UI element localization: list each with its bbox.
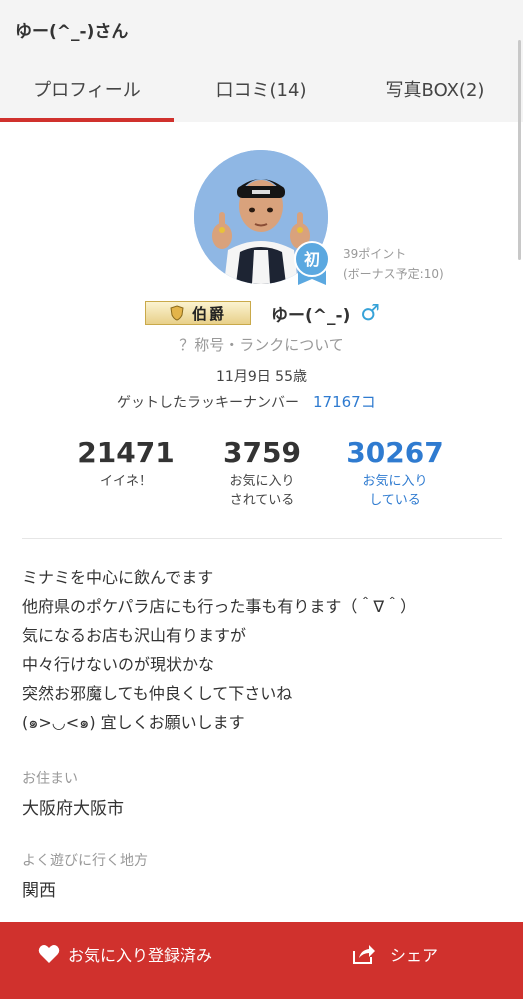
profile-page: ゆー(^_-)さん プロフィール 口コミ(14) 写真BOX(2) 初 39ポイ… [0,0,523,999]
bio-line: 気になるお店も沢山有りますが [22,626,247,645]
stat-likes-label: イイネ！ [99,474,152,489]
favorite-button-label: お気に入り登録済み [68,946,213,965]
header: ゆー(^_-)さん [0,0,523,55]
tab-reviews[interactable]: 口コミ(14) [174,55,348,122]
scrollbar[interactable] [518,40,521,260]
stats-row: 21471 イイネ！ 3759 お気に入り されている 30267 お気に入り … [0,434,523,514]
heart-icon [38,945,60,963]
first-badge-text: 初 [304,250,320,269]
bio: ミナミを中心に飲んでます 他府県のポケパラ店にも行った事も有ります（＾∇＾） 気… [22,563,502,737]
shield-icon [170,305,184,321]
hangout-label: よく遊びに行く地方 [22,853,148,869]
bio-line: 他府県のポケパラ店にも行った事も有ります（＾∇＾） [22,597,417,616]
tab-photo-box[interactable]: 写真BOX(2) [348,55,522,122]
male-icon: ♂ [360,300,381,326]
stat-favoriting[interactable]: 30267 お気に入り している [340,434,450,510]
lucky-number-row: ゲットしたラッキーナンバー 17167コ [117,391,376,412]
birth-age: 11月9日 55歳 [216,369,307,385]
rank-badge: 伯爵 [145,301,251,325]
stat-likes-value: 21471 [77,436,175,469]
page-title: ゆー(^_-)さん [15,22,129,42]
residence-value: 大阪府大阪市 [22,799,124,819]
name-row: 伯爵 ゆー(^_-) ♂ [145,299,380,327]
bio-line: (๑>◡<๑) 宜しくお願いします [22,713,245,732]
divider [22,538,502,539]
rank-info-link[interactable]: ？称号・ランクについて [0,334,523,355]
favorite-button[interactable]: お気に入り登録済み [38,941,212,967]
points-label: 39ポイント [343,247,407,261]
bio-line: 中々行けないのが現状かな [22,655,215,674]
first-visit-badge: 初 [294,241,330,285]
stat-favoriting-label-1: お気に入り [362,474,428,489]
lucky-number-label: ゲットしたラッキーナンバー [117,395,299,411]
tab-profile[interactable]: プロフィール [0,55,174,122]
stat-favoriting-label-2: している [369,493,421,508]
stat-favoriting-value: 30267 [346,436,444,469]
hangout-value: 関西 [22,881,56,901]
stat-likes[interactable]: 21471 イイネ！ [76,434,176,491]
stat-favorited-by-label-1: お気に入り [229,474,295,489]
bottom-action-bar: お気に入り登録済み シェア [0,922,523,999]
bio-line: 突然お邪魔しても仲良くして下さいね [22,684,293,703]
share-icon [353,945,375,964]
stat-favorited-by-value: 3759 [223,436,301,469]
tab-bar: プロフィール 口コミ(14) 写真BOX(2) [0,55,523,122]
lucky-number-value[interactable]: 17167コ [313,393,376,411]
share-button-label: シェア [390,946,439,965]
share-button[interactable]: シェア [352,941,438,967]
bonus-label: (ボーナス予定:10) [343,267,444,281]
stat-favorited-by[interactable]: 3759 お気に入り されている [212,434,312,510]
user-name: ゆー(^_-) [271,305,351,326]
rank-title: 伯爵 [191,304,226,323]
bio-line: ミナミを中心に飲んでます [22,568,214,587]
residence-label: お住まい [22,771,78,787]
stat-favorited-by-label-2: されている [229,493,295,508]
points-info: 39ポイント (ボーナス予定:10) [343,244,444,284]
